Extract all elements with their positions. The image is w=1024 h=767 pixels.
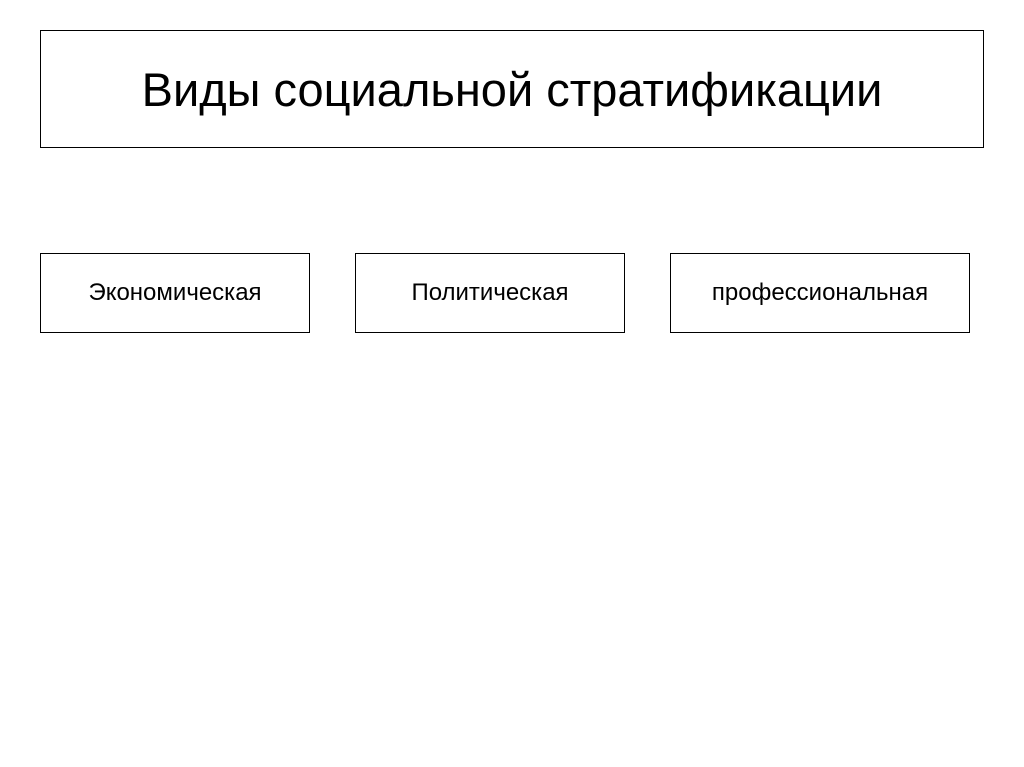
category-box-political: Политическая	[355, 253, 625, 333]
category-label: Политическая	[411, 279, 568, 307]
category-label: профессиональная	[712, 279, 928, 307]
diagram-title: Виды социальной стратификации	[142, 62, 883, 117]
title-container: Виды социальной стратификации	[40, 30, 984, 148]
category-box-economic: Экономическая	[40, 253, 310, 333]
category-box-professional: профессиональная	[670, 253, 970, 333]
category-label: Экономическая	[88, 279, 261, 307]
